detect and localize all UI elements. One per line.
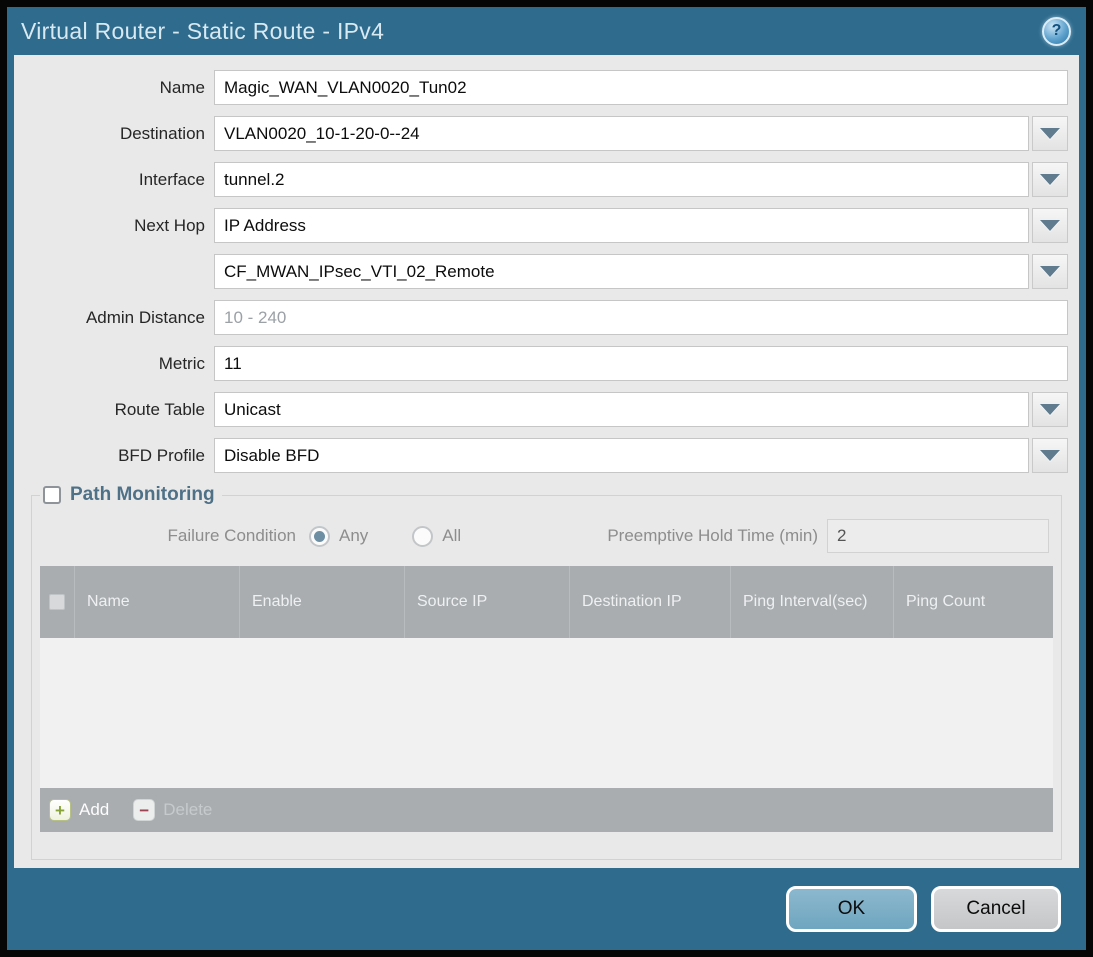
failure-condition-label: Failure Condition [39, 526, 309, 546]
name-label: Name [14, 78, 214, 98]
add-plus-icon: + [49, 799, 71, 821]
path-monitoring-table: Name Enable Source IP Destination IP Pin… [40, 566, 1053, 832]
failure-condition-row: Failure Condition Any All Preemptive Hol… [39, 518, 1054, 554]
bfd-profile-input[interactable] [214, 438, 1029, 473]
table-header-enable[interactable]: Enable [239, 566, 404, 638]
add-button[interactable]: + Add [49, 799, 109, 821]
route-table-label: Route Table [14, 400, 214, 420]
table-header-ping-count[interactable]: Ping Count [893, 566, 1053, 638]
bfd-profile-label: BFD Profile [14, 446, 214, 466]
failure-condition-any-label: Any [339, 526, 368, 546]
form-row-destination: Destination [14, 116, 1079, 151]
next-hop-address-dropdown-button[interactable] [1032, 254, 1068, 289]
form-row-admin-distance: Admin Distance [14, 300, 1079, 335]
ok-button[interactable]: OK [786, 886, 917, 932]
form-row-route-table: Route Table [14, 392, 1079, 427]
interface-input[interactable] [214, 162, 1029, 197]
path-monitoring-title: Path Monitoring [70, 484, 215, 506]
form-row-name: Name [14, 70, 1079, 105]
preemptive-hold-time-label: Preemptive Hold Time (min) [607, 526, 827, 546]
table-body-empty [40, 638, 1053, 788]
route-table-dropdown-button[interactable] [1032, 392, 1068, 427]
name-input[interactable] [214, 70, 1068, 105]
destination-dropdown-button[interactable] [1032, 116, 1068, 151]
cancel-button[interactable]: Cancel [931, 886, 1061, 932]
interface-label: Interface [14, 170, 214, 190]
failure-condition-all-radio[interactable] [412, 526, 433, 547]
form-row-next-hop: Next Hop [14, 208, 1079, 243]
delete-minus-icon: − [133, 799, 155, 821]
next-hop-label: Next Hop [14, 216, 214, 236]
path-monitoring-legend: Path Monitoring [40, 484, 222, 506]
dialog-footer: OK Cancel [7, 868, 1086, 950]
form-row-bfd-profile: BFD Profile [14, 438, 1079, 473]
route-table-input[interactable] [214, 392, 1029, 427]
path-monitoring-section: Path Monitoring Failure Condition Any Al… [31, 484, 1062, 860]
help-icon[interactable]: ? [1042, 17, 1071, 46]
interface-dropdown-button[interactable] [1032, 162, 1068, 197]
select-all-checkbox[interactable] [49, 594, 65, 610]
path-monitoring-checkbox[interactable] [43, 486, 61, 504]
table-header-name[interactable]: Name [74, 566, 239, 638]
admin-distance-input[interactable] [214, 300, 1068, 335]
dialog-title: Virtual Router - Static Route - IPv4 [21, 18, 384, 45]
form-row-interface: Interface [14, 162, 1079, 197]
failure-condition-all-label: All [442, 526, 461, 546]
chevron-down-icon [1040, 128, 1060, 139]
delete-button-label: Delete [163, 800, 212, 820]
delete-button[interactable]: − Delete [133, 799, 212, 821]
next-hop-type-dropdown-button[interactable] [1032, 208, 1068, 243]
add-button-label: Add [79, 800, 109, 820]
form-row-next-hop-address [14, 254, 1079, 289]
destination-input[interactable] [214, 116, 1029, 151]
dialog-content: Name Destination Interface Next Hop [14, 55, 1079, 868]
next-hop-type-input[interactable] [214, 208, 1029, 243]
chevron-down-icon [1040, 174, 1060, 185]
static-route-dialog: Virtual Router - Static Route - IPv4 ? N… [0, 0, 1093, 957]
chevron-down-icon [1040, 220, 1060, 231]
table-toolbar: + Add − Delete [40, 788, 1053, 832]
form-row-metric: Metric [14, 346, 1079, 381]
next-hop-address-input[interactable] [214, 254, 1029, 289]
table-header-source-ip[interactable]: Source IP [404, 566, 569, 638]
admin-distance-label: Admin Distance [14, 308, 214, 328]
table-header-destination-ip[interactable]: Destination IP [569, 566, 730, 638]
bfd-profile-dropdown-button[interactable] [1032, 438, 1068, 473]
metric-input[interactable] [214, 346, 1068, 381]
table-header-select-all [40, 566, 74, 638]
titlebar: Virtual Router - Static Route - IPv4 ? [7, 7, 1086, 55]
preemptive-hold-time-input[interactable] [827, 519, 1049, 553]
metric-label: Metric [14, 354, 214, 374]
failure-condition-any-radio[interactable] [309, 526, 330, 547]
destination-label: Destination [14, 124, 214, 144]
chevron-down-icon [1040, 266, 1060, 277]
chevron-down-icon [1040, 450, 1060, 461]
table-header: Name Enable Source IP Destination IP Pin… [40, 566, 1053, 638]
table-header-ping-interval[interactable]: Ping Interval(sec) [730, 566, 893, 638]
chevron-down-icon [1040, 404, 1060, 415]
